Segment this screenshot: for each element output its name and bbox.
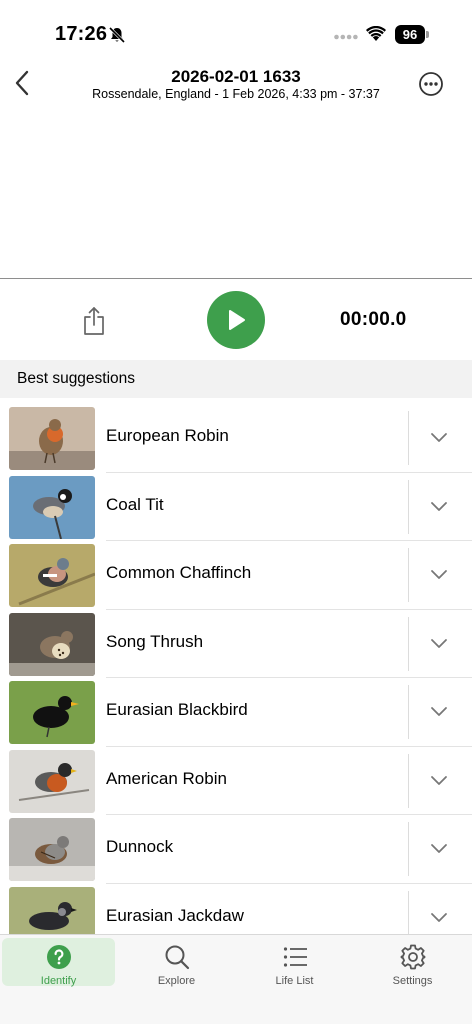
chevron-down-icon[interactable] <box>429 773 449 787</box>
species-name: Dunnock <box>106 837 174 856</box>
row-divider <box>408 548 409 602</box>
battery-level: 96 <box>395 25 425 44</box>
list-item[interactable]: Eurasian Blackbird <box>0 678 472 747</box>
list-item[interactable]: Coal Tit <box>0 473 472 541</box>
more-options-icon[interactable] <box>418 71 444 97</box>
list-item[interactable]: Common Chaffinch <box>0 541 472 610</box>
tab-label: Life List <box>275 975 314 987</box>
chevron-down-icon[interactable] <box>429 567 449 581</box>
player-controls: 00:00.0 <box>0 279 472 360</box>
tab-label: Identify <box>40 975 77 987</box>
battery-cap <box>426 31 429 38</box>
bird-thumbnail <box>9 612 95 676</box>
bird-thumbnail <box>9 818 95 881</box>
species-name: Eurasian Jackdaw <box>106 905 244 925</box>
recording-header: 2026-02-01 1633 Rossendale, England - 1 … <box>0 62 472 112</box>
battery-indicator: 96 <box>395 25 429 44</box>
chevron-down-icon[interactable] <box>429 704 449 718</box>
question-circle-icon <box>46 945 71 969</box>
list-item[interactable]: Eurasian Jackdaw <box>0 884 472 934</box>
chevron-down-icon[interactable] <box>429 430 449 444</box>
species-name: Coal Tit <box>106 494 164 514</box>
bird-thumbnail <box>9 407 95 470</box>
list-item[interactable]: European Robin <box>0 404 472 473</box>
chevron-down-icon[interactable] <box>429 499 449 513</box>
recording-title: 2026-02-01 1633 <box>171 67 301 86</box>
recording-subtitle: Rossendale, England - 1 Feb 2026, 4:33 p… <box>92 87 380 101</box>
chevron-down-icon[interactable] <box>429 636 449 650</box>
list-item[interactable]: American Robin <box>0 747 472 815</box>
species-name: American Robin <box>106 768 227 788</box>
wifi-icon <box>366 26 386 41</box>
chevron-down-icon[interactable] <box>429 910 449 924</box>
tab-bar: Identify Explore Life List Settings <box>0 934 472 1024</box>
list-item[interactable]: Song Thrush <box>0 610 472 678</box>
row-divider <box>408 822 409 876</box>
share-icon[interactable] <box>82 306 106 336</box>
row-divider <box>408 890 409 934</box>
list-icon <box>283 947 307 967</box>
bird-thumbnail <box>9 475 95 539</box>
bird-thumbnail <box>9 544 95 607</box>
bird-thumbnail <box>9 886 95 934</box>
species-name: Song Thrush <box>106 631 204 651</box>
bird-thumbnail <box>9 749 95 813</box>
row-divider <box>408 685 409 739</box>
suggestions-title: Best suggestions <box>17 370 136 387</box>
status-time: 17:26 <box>55 23 108 45</box>
cellular-signal-icon <box>334 34 358 40</box>
tab-explore[interactable]: Explore <box>120 938 233 987</box>
playback-timer: 00:00.0 <box>340 309 407 330</box>
suggestions-section-header: Best suggestions <box>0 360 472 398</box>
spectrogram-view[interactable] <box>0 112 472 278</box>
species-name: Common Chaffinch <box>106 563 252 582</box>
row-divider <box>408 753 409 808</box>
gear-icon <box>400 944 425 970</box>
play-button[interactable] <box>207 291 265 349</box>
tab-identify[interactable]: Identify <box>2 938 115 987</box>
chevron-down-icon[interactable] <box>429 841 449 855</box>
row-divider <box>408 411 409 465</box>
tab-life-list[interactable]: Life List <box>238 938 351 987</box>
bird-thumbnail <box>9 681 95 744</box>
chevron-left-icon <box>15 70 29 96</box>
list-item[interactable]: Dunnock <box>0 815 472 884</box>
bell-off-icon <box>108 26 126 44</box>
tab-settings[interactable]: Settings <box>356 938 469 987</box>
search-icon <box>165 945 189 970</box>
tab-label: Explore <box>157 975 196 987</box>
species-name: European Robin <box>106 426 229 445</box>
species-name: Eurasian Blackbird <box>106 700 248 719</box>
play-icon <box>229 310 245 330</box>
suggestions-list: European Robin Coal Tit Common Chaffinch… <box>0 404 472 934</box>
back-button[interactable] <box>8 68 36 98</box>
row-divider <box>408 616 409 671</box>
status-bar: 17:26 96 <box>0 0 472 62</box>
tab-label: Settings <box>392 975 433 987</box>
row-divider <box>408 479 409 534</box>
